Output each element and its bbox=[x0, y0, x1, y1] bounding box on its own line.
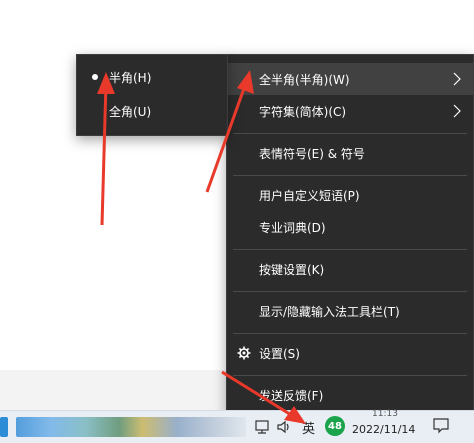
clock-time[interactable]: 11:13 bbox=[372, 409, 398, 419]
menu-item-label: 发送反馈(F) bbox=[259, 388, 324, 403]
menu-item-charset[interactable]: 字符集(简体)(C) bbox=[227, 95, 473, 127]
notification-center-icon[interactable] bbox=[432, 417, 450, 435]
gear-icon bbox=[237, 346, 251, 360]
menu-separator bbox=[233, 175, 467, 176]
menu-item-label: 按键设置(K) bbox=[259, 262, 325, 277]
taskbar: 英 48 11:13 2022/11/14 bbox=[0, 409, 474, 443]
full-half-width-submenu: 半角(H) 全角(U) bbox=[76, 54, 228, 136]
taskbar-pinned-apps[interactable] bbox=[16, 417, 246, 437]
menu-item-label: 设置(S) bbox=[259, 346, 300, 361]
submenu-item-label: 半角(H) bbox=[109, 70, 152, 85]
menu-item-label: 全半角(半角)(W) bbox=[259, 72, 350, 87]
menu-item-label: 表情符号(E) & 符号 bbox=[259, 146, 365, 161]
menu-item-key-settings[interactable]: 按键设置(K) bbox=[227, 253, 473, 285]
radio-selected-icon bbox=[92, 74, 98, 80]
taskbar-app-icon[interactable] bbox=[0, 417, 8, 437]
menu-separator bbox=[233, 249, 467, 250]
menu-separator bbox=[233, 333, 467, 334]
menu-item-label: 专业词典(D) bbox=[259, 220, 326, 235]
volume-icon[interactable] bbox=[276, 419, 292, 435]
menu-item-label: 显示/隐藏输入法工具栏(T) bbox=[259, 304, 400, 319]
menu-item-user-phrases[interactable]: 用户自定义短语(P) bbox=[227, 179, 473, 211]
menu-item-pro-dictionary[interactable]: 专业词典(D) bbox=[227, 211, 473, 243]
chevron-right-icon bbox=[453, 72, 461, 86]
submenu-item-label: 全角(U) bbox=[109, 104, 152, 119]
ime-context-menu: 全半角(半角)(W) 字符集(简体)(C) 表情符号(E) & 符号 用户自定义… bbox=[226, 54, 474, 414]
submenu-item-full-width[interactable]: 全角(U) bbox=[77, 95, 227, 127]
menu-item-toggle-toolbar[interactable]: 显示/隐藏输入法工具栏(T) bbox=[227, 295, 473, 327]
menu-item-label: 用户自定义短语(P) bbox=[259, 188, 360, 203]
menu-separator bbox=[233, 375, 467, 376]
network-icon[interactable] bbox=[254, 419, 270, 435]
menu-item-label: 字符集(简体)(C) bbox=[259, 104, 347, 119]
menu-separator bbox=[233, 133, 467, 134]
clock-date[interactable]: 2022/11/14 bbox=[352, 423, 415, 436]
menu-item-settings[interactable]: 设置(S) bbox=[227, 337, 473, 369]
ime-indicator[interactable]: 英 bbox=[302, 418, 315, 437]
submenu-item-half-width[interactable]: 半角(H) bbox=[77, 61, 227, 93]
menu-item-feedback[interactable]: 发送反馈(F) bbox=[227, 379, 473, 411]
chevron-right-icon bbox=[453, 104, 461, 118]
menu-separator bbox=[233, 291, 467, 292]
notification-badge[interactable]: 48 bbox=[325, 416, 345, 436]
menu-item-emoji-symbols[interactable]: 表情符号(E) & 符号 bbox=[227, 137, 473, 169]
menu-item-full-half-width[interactable]: 全半角(半角)(W) bbox=[227, 63, 473, 95]
